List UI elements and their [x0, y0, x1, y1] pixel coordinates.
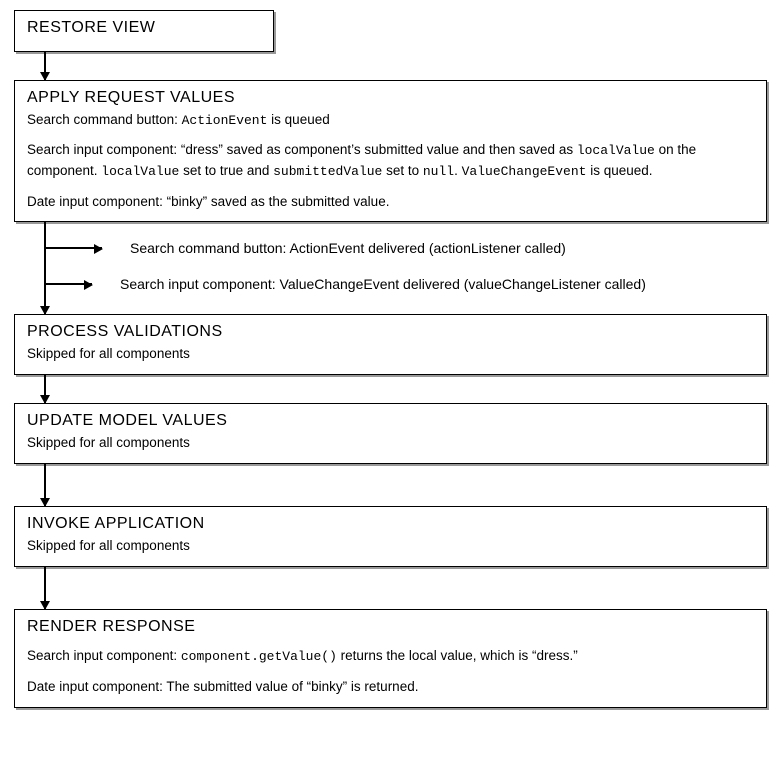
- phase-process-validations: PROCESS VALIDATIONS Skipped for all comp…: [14, 314, 767, 375]
- phase-title: INVOKE APPLICATION: [27, 515, 754, 533]
- apply-line-3: Date input component: “binky” saved as t…: [27, 192, 754, 212]
- arrow-down-icon: [44, 464, 46, 506]
- phase-invoke-application: INVOKE APPLICATION Skipped for all compo…: [14, 506, 767, 567]
- phase-restore-view: RESTORE VIEW: [14, 10, 274, 52]
- phase-subtext: Skipped for all components: [27, 434, 754, 453]
- phase-title: RESTORE VIEW: [27, 19, 261, 37]
- phase-render-response: RENDER RESPONSE Search input component: …: [14, 609, 767, 707]
- phase-subtext: Skipped for all components: [27, 537, 754, 556]
- arrow-down-icon: [44, 567, 46, 609]
- arrow-down-icon: [44, 375, 46, 403]
- arrow-down-icon: [44, 222, 46, 314]
- branch-label: Search input component: ValueChangeEvent…: [120, 276, 646, 292]
- phase-subtext: Skipped for all components: [27, 345, 754, 364]
- phase-apply-request-values: APPLY REQUEST VALUES Search command butt…: [14, 80, 767, 222]
- render-line-1: Search input component: component.getVal…: [27, 646, 754, 667]
- arrow-down-icon: [44, 52, 46, 80]
- arrow-right-icon: [44, 283, 92, 285]
- branch-row: Search input component: ValueChangeEvent…: [44, 276, 646, 292]
- arrow-right-icon: [44, 247, 102, 249]
- phase-title: UPDATE MODEL VALUES: [27, 412, 754, 430]
- phase-title: APPLY REQUEST VALUES: [27, 89, 754, 107]
- phase-update-model-values: UPDATE MODEL VALUES Skipped for all comp…: [14, 403, 767, 464]
- branch-row: Search command button: ActionEvent deliv…: [44, 240, 566, 256]
- apply-line-1: Search command button: ActionEvent is qu…: [27, 111, 754, 130]
- branch-area: Search command button: ActionEvent deliv…: [44, 222, 767, 314]
- apply-line-2: Search input component: “dress” saved as…: [27, 140, 754, 182]
- phase-title: PROCESS VALIDATIONS: [27, 323, 754, 341]
- phase-title: RENDER RESPONSE: [27, 618, 754, 636]
- branch-label: Search command button: ActionEvent deliv…: [130, 240, 566, 256]
- render-line-2: Date input component: The submitted valu…: [27, 677, 754, 697]
